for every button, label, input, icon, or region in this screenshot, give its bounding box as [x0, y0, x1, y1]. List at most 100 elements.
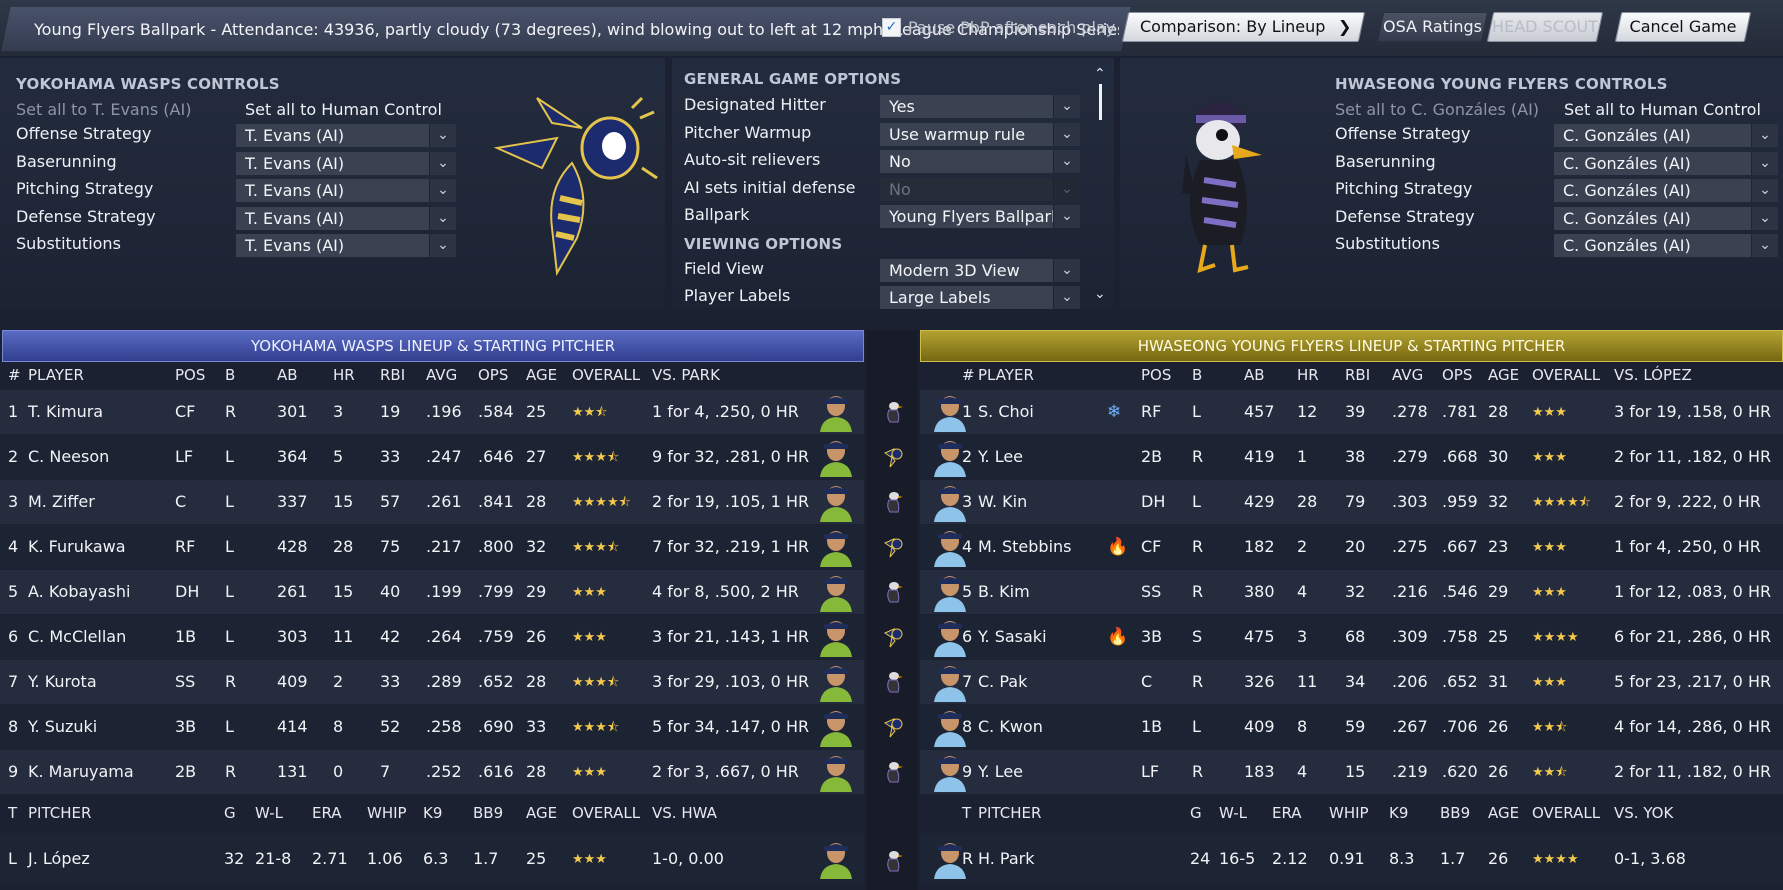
- player-name[interactable]: M. Ziffer: [28, 492, 95, 512]
- pitcher-name[interactable]: J. López: [28, 849, 90, 869]
- column-header: AGE: [526, 366, 558, 384]
- wasps-set-all-human[interactable]: Set all to Human Control: [245, 100, 442, 119]
- player-ab: 419: [1244, 447, 1275, 466]
- player-ops: .652: [1442, 672, 1478, 691]
- player-hr: 2: [333, 672, 344, 691]
- wasps-set-all-ai[interactable]: Set all to T. Evans (AI): [16, 100, 191, 119]
- player-rbi: 59: [1345, 717, 1366, 736]
- player-name[interactable]: T. Kimura: [28, 402, 103, 422]
- player-avatar: [932, 529, 968, 567]
- flyers-control-dropdown[interactable]: C. Gonzáles (AI) ⌄: [1554, 206, 1778, 230]
- player-name[interactable]: Y. Sasaki: [978, 627, 1047, 647]
- player-ab: 414: [277, 717, 308, 736]
- pitcher-g: 32: [224, 849, 245, 868]
- flyers-control-dropdown[interactable]: C. Gonzáles (AI) ⌄: [1554, 234, 1778, 257]
- flyers-control-label: Pitching Strategy: [1335, 179, 1473, 198]
- overall-stars: ★★★★⯪: [572, 495, 631, 510]
- wasps-control-dropdown[interactable]: T. Evans (AI) ⌄: [236, 234, 456, 257]
- column-header: VS. LÓPEZ: [1614, 366, 1692, 384]
- player-name[interactable]: W. Kin: [978, 492, 1027, 512]
- vs-stat: 1 for 4, .250, 0 HR: [1614, 537, 1761, 556]
- viewing-option-dropdown[interactable]: Modern 3D View ⌄: [880, 259, 1080, 282]
- pause-checkbox-label[interactable]: Pause PbP after each play: [908, 18, 1115, 37]
- player-name[interactable]: Y. Lee: [978, 447, 1023, 467]
- flame-icon: 🔥: [1107, 627, 1129, 647]
- player-avatar: [818, 484, 854, 522]
- player-name[interactable]: K. Furukawa: [28, 537, 126, 557]
- player-name[interactable]: A. Kobayashi: [28, 582, 130, 602]
- vs-stat: 7 for 32, .219, 1 HR: [652, 537, 810, 556]
- player-ops: .758: [1442, 627, 1478, 646]
- player-avg: .267: [1392, 717, 1428, 736]
- option-dropdown[interactable]: Yes ⌄: [880, 95, 1080, 118]
- player-name[interactable]: C. McClellan: [28, 627, 126, 647]
- player-name[interactable]: S. Choi: [978, 402, 1034, 422]
- wasps-control-label: Offense Strategy: [16, 124, 152, 143]
- pitcher-era: 2.71: [312, 849, 348, 868]
- player-avatar: [818, 709, 854, 747]
- player-b: R: [225, 762, 237, 781]
- wasps-control-dropdown[interactable]: T. Evans (AI) ⌄: [236, 124, 456, 147]
- flyers-control-dropdown[interactable]: C. Gonzáles (AI) ⌄: [1554, 124, 1778, 147]
- overall-stars: ★★⯪: [1532, 720, 1568, 735]
- pause-checkbox[interactable]: ✓: [882, 18, 901, 37]
- option-label: Ballpark: [684, 205, 750, 224]
- player-ops: .584: [478, 402, 514, 421]
- player-name[interactable]: C. Pak: [978, 672, 1027, 692]
- scroll-up-icon[interactable]: ⌃: [1094, 66, 1106, 82]
- player-name[interactable]: B. Kim: [978, 582, 1030, 602]
- cancel-game-button[interactable]: Cancel Game: [1614, 12, 1752, 42]
- player-name[interactable]: Y. Lee: [978, 762, 1023, 782]
- player-name[interactable]: C. Neeson: [28, 447, 109, 467]
- vs-stat: 1 for 4, .250, 0 HR: [652, 402, 799, 421]
- wasps-control-dropdown[interactable]: T. Evans (AI) ⌄: [236, 151, 456, 175]
- chevron-down-icon: ⌄: [1053, 150, 1080, 173]
- vs-stat: 5 for 34, .147, 0 HR: [652, 717, 810, 736]
- overall-stars: ★★★⯪: [572, 720, 620, 735]
- player-avg: .206: [1392, 672, 1428, 691]
- player-b: R: [1192, 762, 1204, 781]
- player-ab: 183: [1244, 762, 1275, 781]
- player-name[interactable]: M. Stebbins: [978, 537, 1071, 557]
- osa-ratings-button[interactable]: OSA Ratings: [1376, 12, 1489, 42]
- player-ops: .759: [478, 627, 514, 646]
- wasps-control-dropdown[interactable]: T. Evans (AI) ⌄: [236, 179, 456, 202]
- chevron-down-icon: ⌄: [1053, 122, 1080, 146]
- option-dropdown[interactable]: Use warmup rule ⌄: [880, 122, 1080, 146]
- head-scout-button[interactable]: HEAD SCOUT: [1486, 12, 1604, 42]
- column-header: POS: [1141, 366, 1172, 384]
- player-rbi: 39: [1345, 402, 1366, 421]
- pitcher-name[interactable]: H. Park: [978, 849, 1035, 869]
- viewing-option-dropdown[interactable]: Large Labels ⌄: [880, 286, 1080, 309]
- vs-stat: 2 for 9, .222, 0 HR: [1614, 492, 1761, 511]
- player-avg: .279: [1392, 447, 1428, 466]
- option-dropdown[interactable]: No ⌄: [880, 150, 1080, 173]
- flyers-set-all-ai[interactable]: Set all to C. Gonzáles (AI): [1335, 100, 1539, 119]
- player-name[interactable]: C. Kwon: [978, 717, 1043, 737]
- flyers-set-all-human[interactable]: Set all to Human Control: [1564, 100, 1761, 119]
- scroll-down-icon[interactable]: ⌄: [1094, 286, 1106, 302]
- pitcher-column-header: AGE: [526, 804, 558, 822]
- player-name[interactable]: Y. Kurota: [28, 672, 97, 692]
- player-hr: 8: [333, 717, 344, 736]
- comparison-dropdown[interactable]: Comparison: By Lineup ❯: [1121, 12, 1366, 42]
- wasp-mini-icon: [882, 625, 904, 649]
- flyers-control-dropdown[interactable]: C. Gonzáles (AI) ⌄: [1554, 179, 1778, 202]
- player-hr: 4: [1297, 582, 1308, 601]
- player-pos: 2B: [1141, 447, 1163, 466]
- option-dropdown[interactable]: Young Flyers Ballpark ⌄: [880, 205, 1080, 228]
- player-avatar: [818, 394, 854, 432]
- player-hr: 2: [1297, 537, 1308, 556]
- player-name[interactable]: K. Maruyama: [28, 762, 134, 782]
- chevron-down-icon: ⌄: [1053, 177, 1080, 201]
- player-name[interactable]: Y. Suzuki: [28, 717, 97, 737]
- player-age: 26: [1488, 717, 1509, 736]
- flyers-control-dropdown[interactable]: C. Gonzáles (AI) ⌄: [1554, 151, 1778, 175]
- column-header: VS. PARK: [652, 366, 720, 384]
- player-avg: .264: [426, 627, 462, 646]
- options-scrollbar[interactable]: [1099, 84, 1102, 120]
- column-header: OPS: [1442, 366, 1473, 384]
- player-ab: 457: [1244, 402, 1275, 421]
- player-pos: 1B: [1141, 717, 1163, 736]
- wasps-control-dropdown[interactable]: T. Evans (AI) ⌄: [236, 206, 456, 230]
